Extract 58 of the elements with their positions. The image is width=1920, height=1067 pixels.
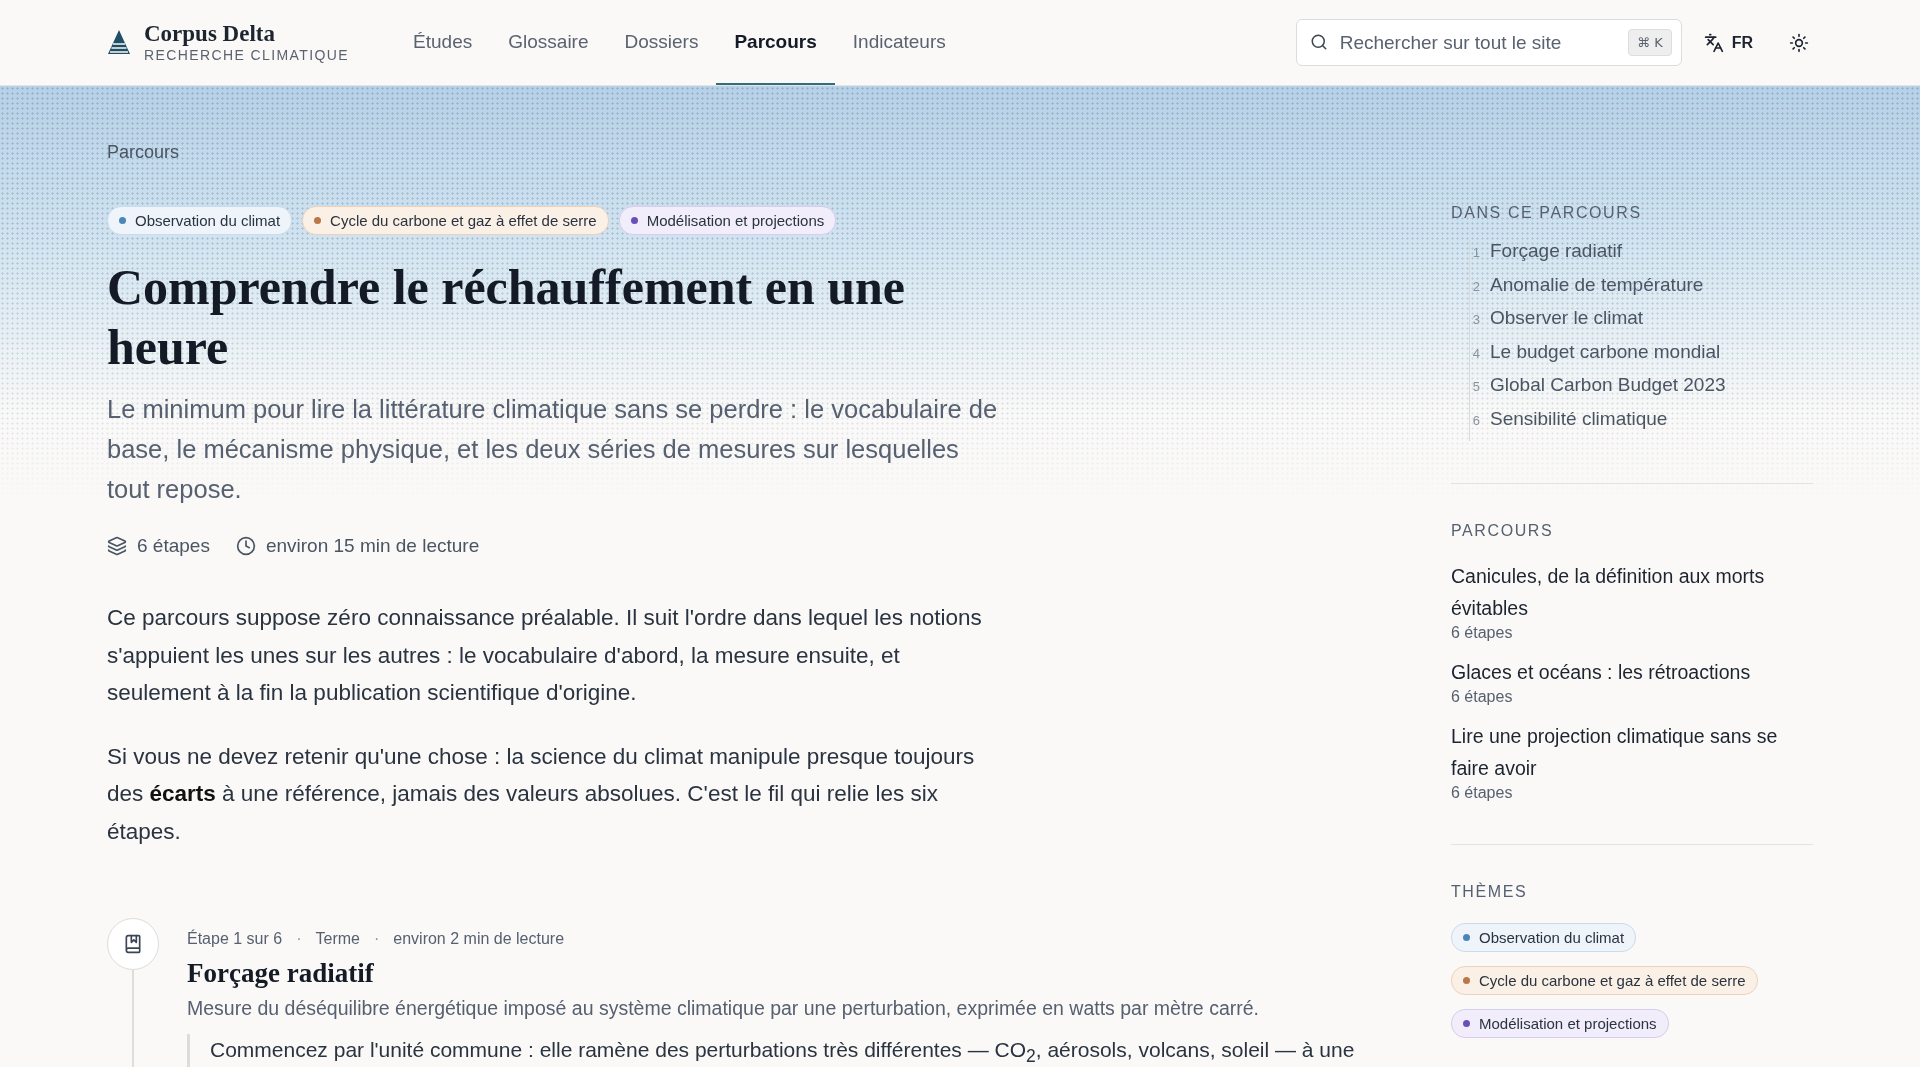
theme-tag[interactable]: Cycle du carbone et gaz à effet de serre <box>302 206 609 235</box>
path-link[interactable]: Lire une projection climatique sans se faire avoir <box>1451 720 1813 784</box>
brand-tagline: RECHERCHE CLIMATIQUE <box>144 46 350 63</box>
section-heading: PARCOURS <box>1451 522 1555 540</box>
step-position: Étape 1 sur 6 <box>187 930 283 948</box>
layers-icon <box>107 536 127 556</box>
body-paragraph: Si vous ne devez retenir qu'une chose : la science du climat manipule presque toujours des écarts à une référence, jamais des valeurs absolues. C'est le fil qui relie les six étapes. <box>107 742 976 846</box>
step-type: Terme <box>315 930 360 948</box>
page-title: Comprendre le réchauffement en une heure <box>107 258 907 377</box>
theme-tag[interactable]: Modélisation et projections <box>618 206 837 235</box>
toc-link[interactable]: Le budget carbone mondial <box>1490 340 1721 363</box>
section-heading: THÈMES <box>1451 883 1529 901</box>
book-icon <box>123 934 143 954</box>
toc-number: 1 <box>1471 245 1480 260</box>
toc-link[interactable]: Sensibilité climatique <box>1490 407 1668 430</box>
path-link[interactable]: Glaces et océans : les rétroactions <box>1451 656 1813 688</box>
translate-icon <box>1703 32 1724 53</box>
toc-number: 4 <box>1471 345 1480 361</box>
brand-name[interactable]: Corpus Delta <box>144 22 350 47</box>
toc-number: 6 <box>1471 412 1480 428</box>
breadcrumb-link[interactable]: Parcours <box>107 142 180 163</box>
shortcut-hint: ⌘ K <box>1628 29 1672 56</box>
separator-dot: · <box>373 930 380 948</box>
path-steps-count: 6 étapes <box>1451 784 1514 802</box>
lead-text: Le minimum pour lire la littérature climatique sans se perdre : le vocabulaire de base, le mécanisme physique, et les deux séries de mesures sur lesquelles tout repose. <box>107 394 999 505</box>
toc-link[interactable]: Global Carbon Budget 2023 <box>1490 374 1726 396</box>
nav-link[interactable]: Dossiers <box>606 0 717 85</box>
toc-link[interactable]: Observer le climat <box>1490 307 1644 329</box>
steps-count: 6 étapes <box>137 535 210 557</box>
reading-time: environ 15 min de lecture <box>265 535 480 557</box>
body-paragraph: Ce parcours suppose zéro connaissance préalable. Il suit l'ordre dans lequel les notions s'appuient les unes sur les autres : le vocabulaire d'abord, la mesure ensuite, et seulement à la fin la publication scientifique d'origine. <box>107 604 983 707</box>
path-steps-count: 6 étapes <box>1451 688 1514 706</box>
nav-link[interactable]: Parcours <box>716 0 835 85</box>
nav-link[interactable]: Indicateurs <box>834 0 964 85</box>
step-title[interactable]: Forçage radiatif <box>187 958 1355 989</box>
path-link[interactable]: Canicules, de la définition aux morts évitables <box>1451 560 1813 624</box>
sun-icon <box>1789 32 1809 53</box>
section-heading: DANS CE PARCOURS <box>1451 204 1643 222</box>
step-quote: Commencez par l'unité commune : elle ramène des perturbations très différentes — CO$_{2}$, aérosols, volcans, soleil — à une <box>187 1034 1355 1067</box>
path-steps-count: 6 étapes <box>1451 624 1514 642</box>
toc-link[interactable]: Forçage radiatif <box>1490 240 1622 262</box>
logo-icon <box>108 30 130 55</box>
toc-link[interactable]: Anomalie de température <box>1490 273 1704 296</box>
toc-number: 2 <box>1471 278 1480 294</box>
separator-dot: · <box>296 930 302 948</box>
nav-link[interactable]: Glossaire <box>490 0 607 85</box>
language-button[interactable]: FR <box>1697 31 1759 54</box>
theme-tag[interactable]: Observation du climat <box>107 206 293 235</box>
toc-number: 3 <box>1471 312 1480 327</box>
step-reading-time: environ 2 min de lecture <box>393 930 565 948</box>
search-icon <box>1309 33 1328 51</box>
toc-number: 5 <box>1471 379 1480 394</box>
theme-tag[interactable]: Observation du climat <box>1451 923 1637 952</box>
theme-tag[interactable]: Cycle du carbone et gaz à effet de serre <box>1451 966 1758 995</box>
clock-icon <box>235 536 256 556</box>
step-summary: Mesure du déséquilibre énergétique imposé au système climatique par une perturbation, exprimée en watts par mètre carré. <box>187 997 1260 1020</box>
theme-tag[interactable]: Modélisation et projections <box>1451 1009 1669 1038</box>
nav-link[interactable]: Études <box>395 0 491 85</box>
